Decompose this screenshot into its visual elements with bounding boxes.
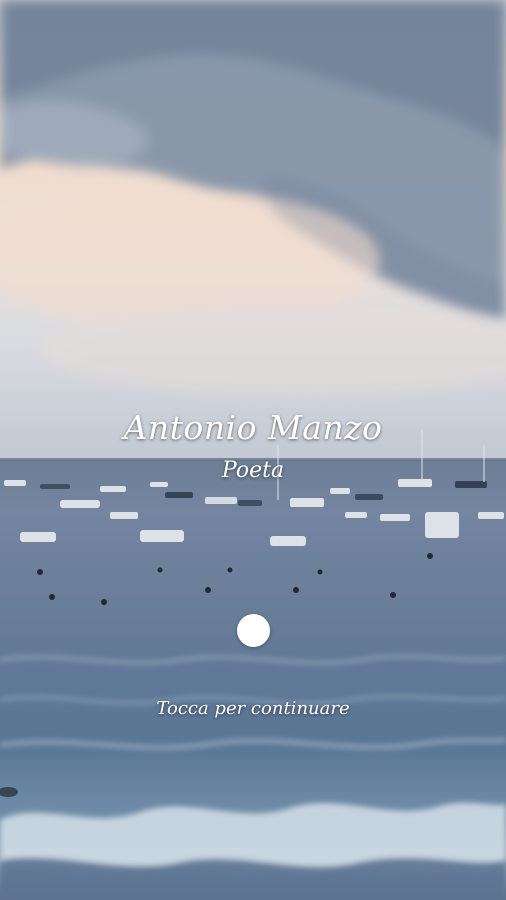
- page-title: Antonio Manzo: [123, 408, 383, 447]
- wave-foam: [0, 802, 506, 900]
- continue-dot-button[interactable]: [237, 614, 270, 647]
- photo-details: [0, 0, 506, 900]
- background-sea-photo: [0, 0, 506, 900]
- boats: [4, 479, 504, 546]
- splash-screen[interactable]: Antonio Manzo Poeta Tocca per continuare: [0, 0, 506, 900]
- tap-to-continue-label[interactable]: Tocca per continuare: [0, 698, 506, 719]
- buoys: [37, 553, 433, 605]
- subtitle: Poeta: [221, 458, 285, 483]
